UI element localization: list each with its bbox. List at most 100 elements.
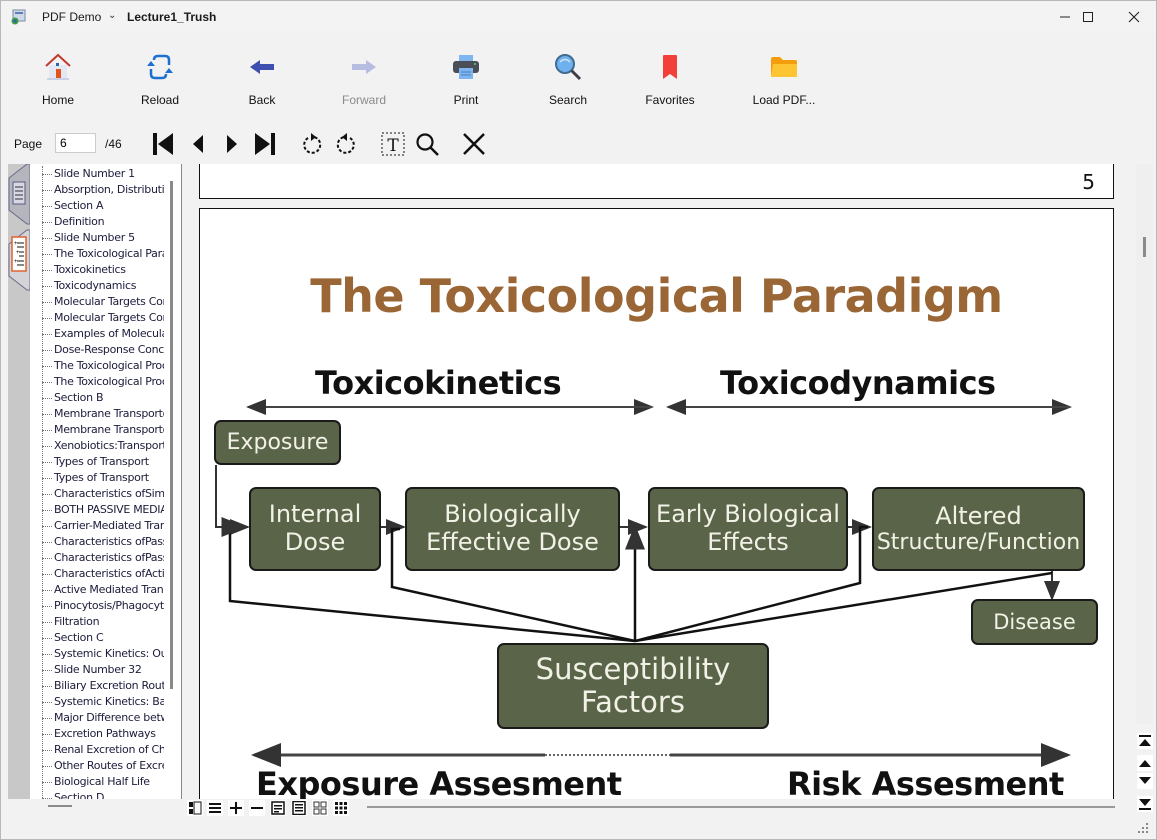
previous-page: 5 [199,164,1114,199]
outline-item[interactable]: Other Routes of Excre [30,758,164,774]
outline-item[interactable]: Molecular Targets Conc [30,310,164,326]
thumbnails-tab[interactable] [12,181,26,205]
outline-item[interactable]: The Toxicological Parad [30,246,164,262]
forward-arrow-icon [352,60,376,74]
page-up-button[interactable] [1137,755,1153,771]
rotate-clockwise-button[interactable] [333,131,359,157]
page-number-input[interactable] [55,133,96,153]
vertical-scroll-thumb[interactable] [1143,237,1146,257]
outline-item[interactable]: Xenobiotics:Transport I [30,438,164,454]
outline-item[interactable]: Slide Number 32 [30,662,164,678]
first-page-button[interactable] [150,131,176,157]
outline-item[interactable]: Excretion Pathways [30,726,164,742]
outline-item[interactable]: BOTH PASSIVE MEDIAT [30,502,164,518]
magnifier-icon [555,54,582,81]
home-icon [45,53,71,80]
outline-item[interactable]: Slide Number 5 [30,230,164,246]
close-window-button[interactable] [1111,1,1157,33]
susceptibility-factors-box: Susceptibility Factors [497,643,769,729]
outline-item[interactable]: The Toxicological Proce [30,374,164,390]
outline-item[interactable]: Section D [30,790,164,799]
last-page-scroll-button[interactable] [1137,796,1153,812]
outline-item[interactable]: Toxicodynamics [30,278,164,294]
outline-item[interactable]: Toxicokinetics [30,262,164,278]
text-select-icon: T [381,132,405,156]
outline-item[interactable]: Types of Transport [30,454,164,470]
outline-item[interactable]: Renal Excretion of Che [30,742,164,758]
outline-item[interactable]: Characteristics ofSimpl [30,486,164,502]
bookmark-outline-panel: Slide Number 1Absorption, DistributionSe… [30,164,182,799]
toggle-sidebar-button[interactable] [187,800,203,816]
back-button[interactable]: Back [217,49,307,113]
outline-item[interactable]: The Toxicological Proce [30,358,164,374]
text-select-button[interactable]: T [380,131,406,157]
favorites-button[interactable]: Favorites [625,49,715,113]
outline-item[interactable]: Examples of Molecular [30,326,164,342]
previous-page-button[interactable] [185,131,211,157]
rotate-counterclockwise-button[interactable] [299,131,325,157]
two-page-button[interactable] [312,800,328,816]
load-pdf-label: Load PDF... [752,93,816,107]
outline-item[interactable]: Carrier-Mediated Trans [30,518,164,534]
forward-button[interactable]: Forward [319,49,409,113]
favorites-label: Favorites [645,93,695,107]
outline-item[interactable]: Systemic Kinetics: Barri [30,694,164,710]
outline-item[interactable]: Definition [30,214,164,230]
last-page-button[interactable] [252,131,278,157]
page-down-arrow-icon [1139,777,1151,784]
single-column-button[interactable] [207,800,223,816]
outline-item[interactable]: Molecular Targets Conc [30,294,164,310]
reload-button[interactable]: Reload [115,49,205,113]
zoom-out-button[interactable] [249,800,265,816]
outline-horizontal-scrollbar[interactable] [48,805,72,807]
outline-item[interactable]: Slide Number 1 [30,166,164,182]
fit-page-button[interactable] [291,800,307,816]
folder-icon [771,57,797,77]
outline-item[interactable]: Systemic Kinetics: Outl [30,646,164,662]
outline-item[interactable]: Biological Half Life [30,774,164,790]
altered-structure-function-box: Altered Structure/Function [872,487,1085,571]
horizontal-scrollbar[interactable] [367,806,1115,808]
home-button[interactable]: Home [13,49,103,113]
outline-item[interactable]: Pinocytosis/Phagocyto [30,598,164,614]
outline-scrollbar[interactable] [170,181,173,689]
svg-text:T: T [387,136,399,156]
bookmark-icon [663,55,677,79]
outline-item[interactable]: Filtration [30,614,164,630]
resize-grip-icon[interactable] [1138,823,1148,833]
outline-item[interactable]: Absorption, Distribution [30,182,164,198]
outline-item[interactable]: Section B [30,390,164,406]
last-page-icon [255,133,275,155]
outline-item[interactable]: Characteristics ofPassi [30,550,164,566]
search-button[interactable]: Search [523,49,613,113]
outline-item[interactable]: Membrane Transportof [30,422,164,438]
thumbnail-grid-button[interactable] [333,800,349,816]
outline-item[interactable]: Characteristics ofPassi [30,534,164,550]
document-menu-chevron-icon[interactable]: ⌄ [108,10,116,21]
outline-item[interactable]: Characteristics ofActiv [30,566,164,582]
home-label: Home [41,93,74,107]
outline-item[interactable]: Types of Transport [30,470,164,486]
maximize-button[interactable] [1065,1,1111,33]
fit-width-button[interactable] [270,800,286,816]
outline-item[interactable]: Section C [30,630,164,646]
exposure-assessment-label: Exposure Assesment [256,765,622,799]
fit-width-icon [271,801,285,815]
close-document-icon [463,133,485,155]
outline-item[interactable]: Biliary Excretion Route [30,678,164,694]
load-pdf-button[interactable]: Load PDF... [739,49,829,113]
print-button[interactable]: Print [421,49,511,113]
zoom-in-button[interactable] [228,800,244,816]
plus-icon [230,802,242,814]
next-page-button[interactable] [219,131,245,157]
outline-item[interactable]: Active Mediated Transp [30,582,164,598]
find-button[interactable] [414,131,440,157]
outline-item[interactable]: Dose-Response Concep [30,342,164,358]
first-page-scroll-button[interactable] [1137,733,1153,749]
sidebar-tab-strip: + + + [8,163,31,799]
outline-item[interactable]: Membrane Transportof [30,406,164,422]
outline-item[interactable]: Section A [30,198,164,214]
close-document-button[interactable] [461,131,487,157]
outline-item[interactable]: Major Difference betw [30,710,164,726]
page-down-button[interactable] [1137,773,1153,789]
